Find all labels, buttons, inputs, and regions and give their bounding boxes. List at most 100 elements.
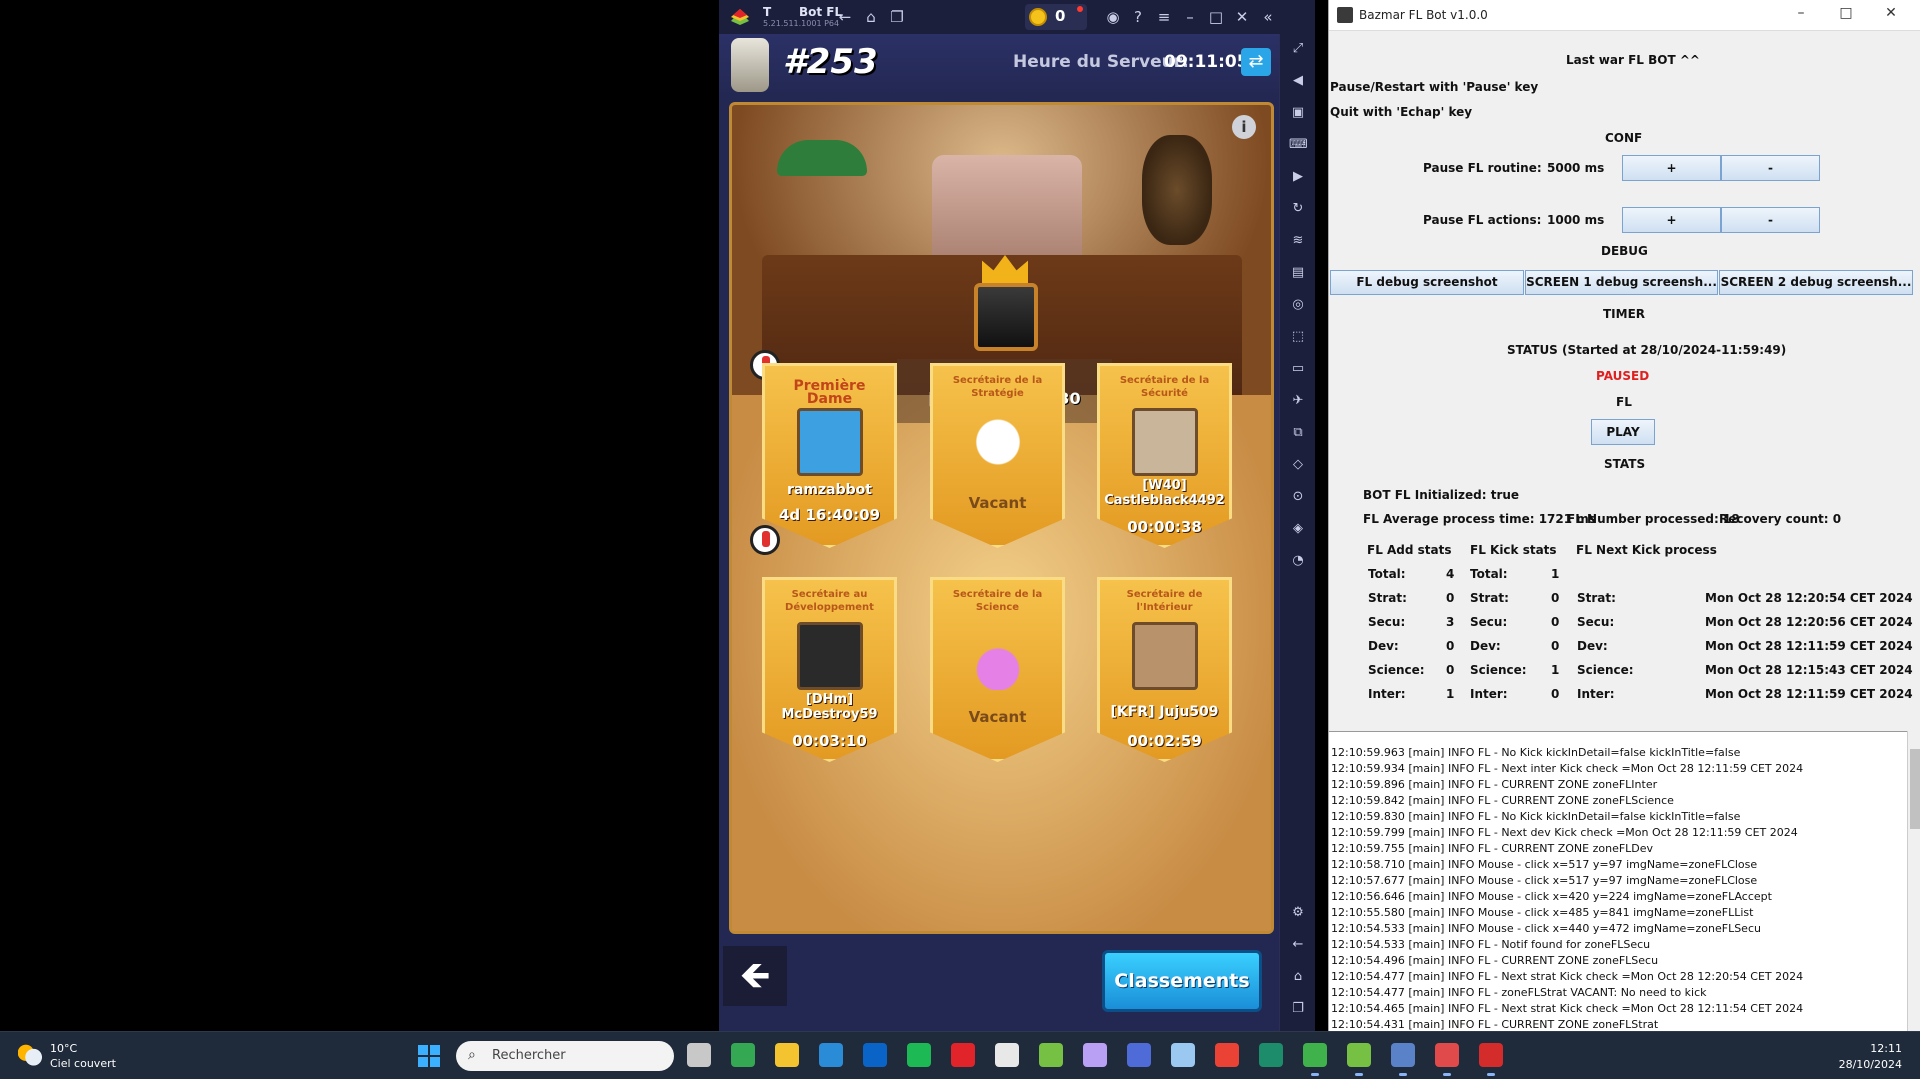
weather-cloud-icon[interactable] (18, 1044, 44, 1066)
pause-actions-plus-button[interactable]: + (1622, 207, 1721, 233)
discord-like-icon[interactable] (1083, 1043, 1107, 1067)
snip-icon[interactable] (1479, 1043, 1503, 1076)
add-label: Inter: (1368, 687, 1406, 701)
play-button[interactable]: PLAY (1591, 419, 1655, 445)
card-development[interactable]: Secrétaire au Développement [DHm] McDest… (762, 577, 897, 762)
task-view-icon[interactable] (687, 1043, 711, 1067)
location-icon[interactable]: ⊙ (1289, 488, 1307, 506)
home-icon[interactable]: ⌂ (1289, 968, 1307, 986)
maximize-icon[interactable]: □ (1831, 5, 1861, 25)
pause-routine-minus-button[interactable]: - (1721, 155, 1820, 181)
weather-temperature[interactable]: 10°C (50, 1042, 77, 1055)
taskbar-search[interactable]: ⌕ Rechercher (456, 1041, 674, 1071)
add-label: Secu: (1368, 615, 1406, 629)
notepad-icon[interactable] (1303, 1043, 1327, 1076)
card-first-lady[interactable]: Première Dame ramzabbot 4d 16:40:09 (762, 363, 897, 548)
record-icon[interactable]: ⬚ (1289, 328, 1307, 346)
card-timer: 4d 16:40:09 (778, 506, 880, 524)
swap-icon[interactable]: ⇄ (1241, 48, 1271, 76)
media-icon[interactable]: ▣ (1289, 104, 1307, 122)
card-holder-name: [W40] Castleblack4492 (1104, 478, 1225, 508)
weather-description[interactable]: Ciel couvert (50, 1057, 116, 1070)
close-icon[interactable]: ✕ (1876, 5, 1906, 25)
taskbar-date[interactable]: 28/10/2024 (1836, 1058, 1902, 1071)
log-output[interactable]: 12:10:59.963 [main] INFO FL - No Kick ki… (1329, 731, 1907, 1031)
bluestacks-active-icon[interactable] (1347, 1043, 1371, 1076)
layers-icon[interactable]: ◈ (1289, 520, 1307, 538)
card-title: Secrétaire au Développement (785, 589, 874, 613)
app-icon[interactable] (1259, 1043, 1283, 1067)
card-interior[interactable]: Secrétaire de l'Intérieur [KFR] Juju509 … (1097, 577, 1232, 762)
recent-icon[interactable]: ❐ (1289, 1000, 1307, 1018)
eraser-icon[interactable]: ◇ (1289, 456, 1307, 474)
maximize-icon[interactable]: □ (1207, 8, 1225, 26)
settings-icon[interactable]: ⚙ (1289, 904, 1307, 922)
store-icon[interactable] (995, 1043, 1019, 1067)
bluestacks-icon[interactable] (1039, 1043, 1063, 1067)
emulator-window: T Bot FL 5.21.511.1001 P64 ← ⌂ ❐ 0 ◉ ? ≡… (719, 0, 1315, 1031)
remote-desktop-icon[interactable] (819, 1043, 843, 1067)
apk-icon[interactable]: ▤ (1289, 264, 1307, 282)
spotify-icon[interactable] (907, 1043, 931, 1067)
sync-icon[interactable]: ⧉ (1289, 424, 1307, 442)
windows-start-icon[interactable] (418, 1045, 440, 1067)
game-header: #253 Heure du Serveur: 09:11:05 ⇄ (719, 34, 1279, 94)
card-holder-name: ramzabbot (787, 482, 872, 498)
pause-routine-plus-button[interactable]: + (1622, 155, 1721, 181)
macro-icon[interactable]: ▶ (1289, 168, 1307, 186)
card-security[interactable]: Secrétaire de la Sécurité [W40] Castlebl… (1097, 363, 1232, 548)
minimize-icon[interactable]: – (1786, 5, 1816, 25)
lion-avatar (797, 622, 863, 690)
coin-counter[interactable]: 0 (1025, 4, 1087, 30)
tool-icon[interactable] (1435, 1043, 1459, 1076)
close-icon[interactable]: ✕ (1233, 8, 1251, 26)
log-scrollbar[interactable] (1907, 731, 1920, 1031)
keyboard-icon[interactable]: ⌨ (1289, 136, 1308, 154)
opera-icon[interactable] (951, 1043, 975, 1067)
coin-count: 0 (1055, 7, 1066, 25)
account-icon[interactable]: ◉ (1104, 8, 1122, 26)
info-icon[interactable]: i (1232, 115, 1256, 139)
server-time-label: Heure du Serveur: (1013, 52, 1189, 72)
fullscreen-icon[interactable]: ⤢ (1289, 40, 1307, 58)
minimize-icon[interactable]: – (1181, 8, 1199, 26)
performance-icon[interactable]: ≋ (1289, 232, 1307, 250)
fl-debug-screenshot-button[interactable]: FL debug screenshot (1330, 270, 1524, 295)
outlook-icon[interactable] (863, 1043, 887, 1067)
kick-value: 0 (1551, 687, 1560, 701)
log-scrollbar-thumb[interactable] (1910, 749, 1920, 829)
screen2-debug-screenshot-button[interactable]: SCREEN 2 debug screensh... (1719, 270, 1913, 295)
collapse-icon[interactable]: « (1259, 8, 1277, 26)
card-strategy[interactable]: Secrétaire de la Stratégie Vacant (930, 363, 1065, 548)
menu-icon[interactable]: ≡ (1155, 8, 1173, 26)
rotate-icon[interactable]: ↻ (1289, 200, 1307, 218)
timer-section-label: TIMER (1603, 307, 1646, 321)
java-icon[interactable] (1391, 1043, 1415, 1076)
teams-icon[interactable] (1127, 1043, 1151, 1067)
back-icon[interactable]: ← (1289, 936, 1307, 954)
paint-icon[interactable] (1171, 1043, 1195, 1067)
back-arrow-button[interactable]: 🡸 (723, 946, 787, 1006)
chrome-profile-icon[interactable] (1215, 1043, 1239, 1067)
folder-icon[interactable]: ▭ (1289, 360, 1307, 378)
home-icon[interactable]: ⌂ (862, 8, 880, 26)
file-explorer-icon[interactable] (775, 1043, 799, 1067)
card-science[interactable]: Secrétaire de la Science Vacant (930, 577, 1065, 762)
help-icon[interactable]: ? (1129, 8, 1147, 26)
back-icon[interactable]: ← (836, 8, 854, 26)
capitol-avatar[interactable] (731, 38, 769, 92)
next-label: Science: (1577, 663, 1634, 677)
multi-window-icon[interactable]: ❐ (888, 8, 906, 26)
screen1-debug-screenshot-button[interactable]: SCREEN 1 debug screensh... (1525, 270, 1718, 295)
eco-icon[interactable]: ◔ (1289, 552, 1307, 570)
rankings-button[interactable]: Classements (1102, 950, 1262, 1012)
airplane-icon[interactable]: ✈ (1289, 392, 1307, 410)
stats-section-label: STATS (1604, 457, 1646, 471)
screenshot-icon[interactable]: ◎ (1289, 296, 1307, 314)
search-icon: ⌕ (468, 1047, 476, 1063)
volume-icon[interactable]: ◀ (1289, 72, 1307, 90)
kick-value: 0 (1551, 591, 1560, 605)
taskbar-clock[interactable]: 12:11 (1836, 1042, 1902, 1055)
chrome-icon[interactable] (731, 1043, 755, 1067)
pause-actions-minus-button[interactable]: - (1721, 207, 1820, 233)
